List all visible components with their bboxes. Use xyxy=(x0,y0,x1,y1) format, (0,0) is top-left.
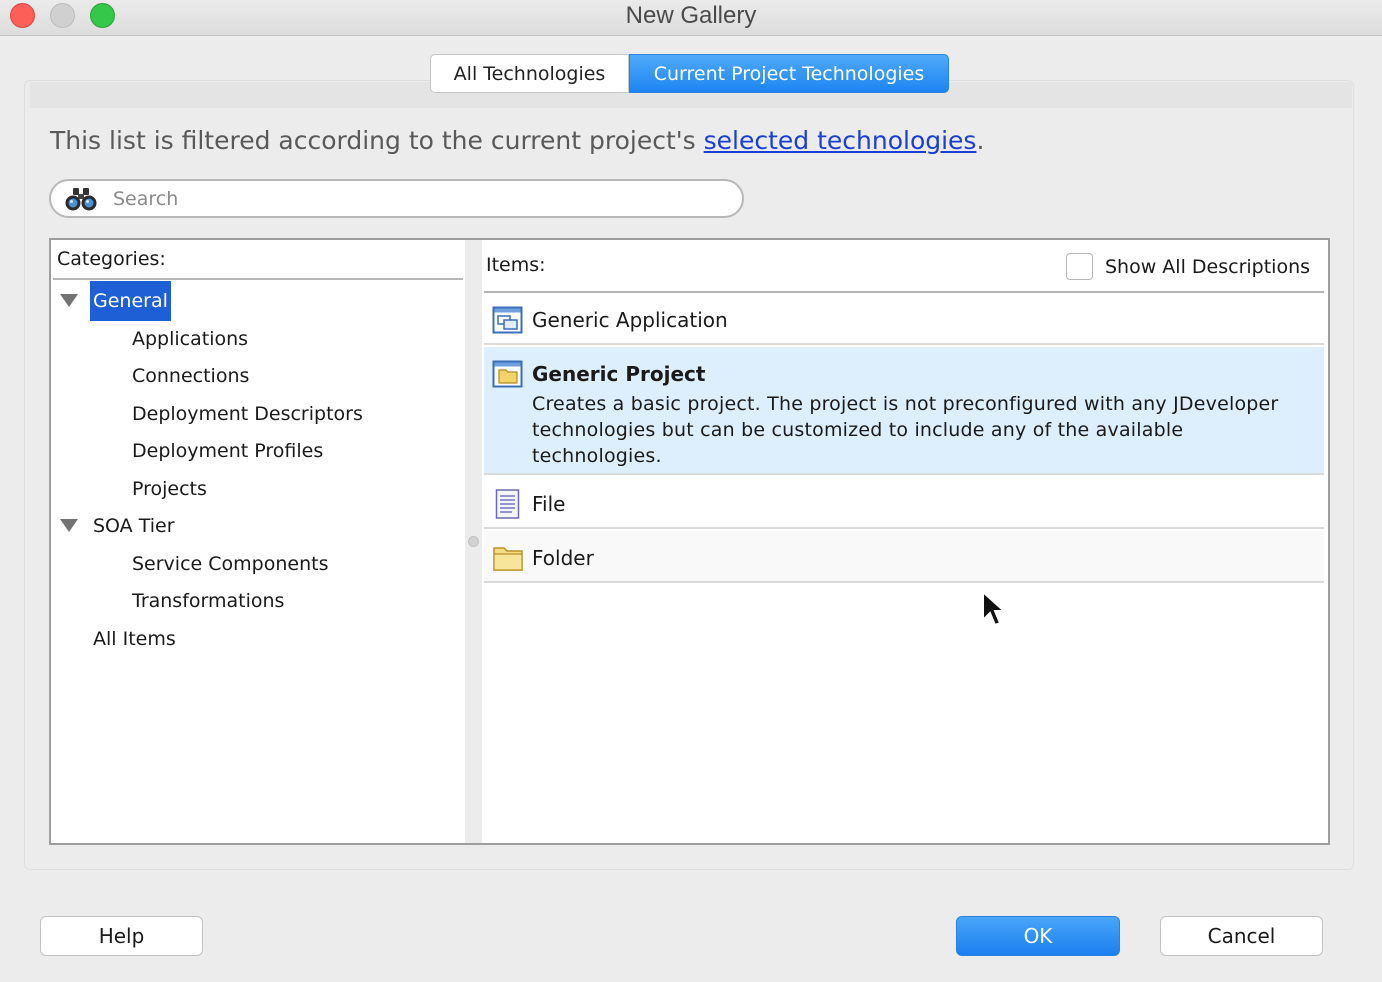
show-all-descriptions-label: Show All Descriptions xyxy=(1105,255,1311,278)
project-icon xyxy=(492,360,523,388)
help-button[interactable]: Help xyxy=(40,916,203,956)
category-connections[interactable]: Connections xyxy=(129,356,252,394)
item-description: Creates a basic project. The project is … xyxy=(532,393,1279,467)
technology-tabs: All Technologies Current Project Technol… xyxy=(430,54,949,93)
binoculars-icon xyxy=(65,188,97,211)
search-input[interactable] xyxy=(113,186,713,212)
category-label: All Items xyxy=(93,628,176,650)
category-label: Applications xyxy=(132,328,249,350)
category-deployment-descriptors[interactable]: Deployment Descriptors xyxy=(129,394,366,432)
category-all-items[interactable]: All Items xyxy=(90,619,179,657)
category-deployment-profiles[interactable]: Deployment Profiles xyxy=(129,431,326,469)
category-soa-tier[interactable]: SOA Tier xyxy=(90,506,178,544)
item-file[interactable]: File xyxy=(484,477,1324,529)
tab-current-project-technologies[interactable]: Current Project Technologies xyxy=(629,54,949,93)
category-label: Connections xyxy=(132,365,250,387)
category-label: SOA Tier xyxy=(93,515,175,537)
show-all-descriptions[interactable]: Show All Descriptions xyxy=(1066,253,1310,280)
category-label: Projects xyxy=(132,478,207,500)
filter-description: This list is filtered according to the c… xyxy=(50,126,984,155)
category-general[interactable]: General xyxy=(90,281,171,321)
category-service-components[interactable]: Service Components xyxy=(129,544,331,582)
expand-general-icon[interactable] xyxy=(60,294,78,307)
item-generic-application[interactable]: Generic Application xyxy=(484,293,1324,345)
item-generic-project[interactable]: Generic Project Creates a basic project.… xyxy=(484,347,1324,475)
filter-suffix: . xyxy=(976,126,985,155)
folder-icon xyxy=(493,547,523,571)
tab-all-technologies[interactable]: All Technologies xyxy=(430,54,629,93)
selected-technologies-link[interactable]: selected technologies xyxy=(704,126,977,155)
category-projects[interactable]: Projects xyxy=(129,469,210,507)
items-header: Items: xyxy=(486,254,546,276)
search-box[interactable] xyxy=(49,179,744,218)
categories-pane: Categories: General Applications Connect… xyxy=(51,240,465,843)
mouse-cursor-icon xyxy=(982,590,1006,627)
categories-divider xyxy=(53,278,463,280)
category-transformations[interactable]: Transformations xyxy=(129,581,287,619)
ok-button[interactable]: OK xyxy=(956,916,1120,956)
item-folder[interactable]: Folder xyxy=(484,531,1324,583)
splitter-handle[interactable] xyxy=(468,536,479,547)
item-name: Generic Project xyxy=(532,362,706,386)
category-applications[interactable]: Applications xyxy=(129,319,251,357)
category-label: Service Components xyxy=(132,553,329,575)
filter-text: This list is filtered according to the c… xyxy=(50,126,704,155)
item-name: File xyxy=(532,492,566,516)
category-label: General xyxy=(90,281,171,321)
category-label: Transformations xyxy=(132,590,285,612)
expand-soa-tier-icon[interactable] xyxy=(60,519,78,532)
title-bar: New Gallery xyxy=(0,0,1382,36)
category-label: Deployment Descriptors xyxy=(132,403,363,425)
file-icon xyxy=(495,489,520,519)
show-all-descriptions-checkbox[interactable] xyxy=(1066,253,1093,280)
window-title: New Gallery xyxy=(625,2,757,29)
item-name: Generic Application xyxy=(532,308,728,332)
category-label: Deployment Profiles xyxy=(132,440,324,462)
item-name: Folder xyxy=(532,546,594,570)
cancel-button[interactable]: Cancel xyxy=(1160,916,1323,956)
pane-splitter[interactable] xyxy=(465,240,482,843)
items-pane: Items: Show All Descriptions Generic App… xyxy=(482,240,1328,843)
categories-header: Categories: xyxy=(57,248,166,270)
application-icon xyxy=(492,306,523,334)
